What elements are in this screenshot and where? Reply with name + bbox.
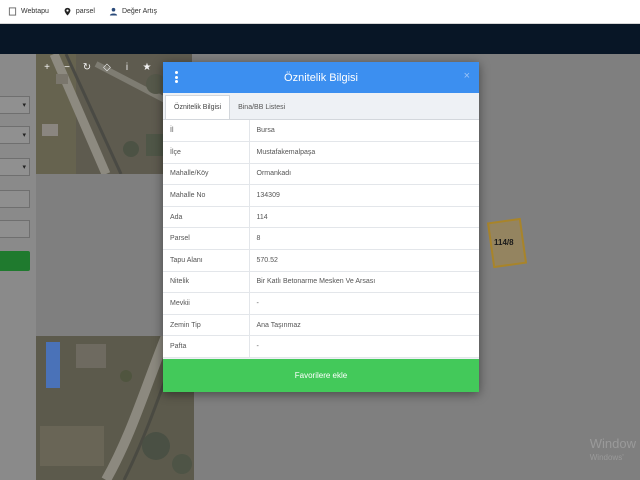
info-icon[interactable]: i [118, 58, 136, 76]
attribute-value: 8 [249, 227, 479, 251]
bookmark-label: parsel [75, 8, 95, 15]
attribute-key: İlçe [163, 141, 250, 164]
table-row: Ada 114 [163, 206, 479, 229]
attribute-value: Mustafakemalpaşa [249, 141, 479, 164]
watermark-line-2: Windows' [589, 453, 624, 462]
attribute-key: Mevkii [163, 292, 250, 315]
kebab-menu-icon[interactable] [175, 71, 178, 83]
bookmark-label: Webtapu [21, 8, 49, 15]
attribute-value: 570.52 [249, 249, 479, 272]
modal-tabs: Öznitelik Bilgisi Bina/BB Listesi [163, 93, 479, 120]
attribute-key: Mahalle/Köy [163, 163, 250, 186]
chevron-down-icon: ▾ [22, 102, 26, 109]
bookmark-webtapu[interactable]: Webtapu [8, 7, 49, 16]
table-row: Parsel 8 [163, 227, 479, 251]
table-row: Tapu Alanı 570.52 [163, 249, 479, 272]
watermark-line-1: Window [589, 436, 636, 451]
bookmark-label: Değer Artış [121, 8, 157, 15]
left-side-panel: ▾ ▾ ▾ [0, 54, 36, 480]
attribute-value: - [249, 292, 479, 315]
parsel-input[interactable] [0, 220, 30, 238]
bookmarks-bar: Webtapu parsel Değer Artış [0, 0, 640, 24]
tab-building-list[interactable]: Bina/BB Listesi [230, 95, 293, 119]
locate-icon[interactable]: ◇ [98, 58, 116, 76]
ada-input[interactable] [0, 190, 30, 208]
table-row: Mahalle/Köy Ormankadı [163, 163, 479, 186]
attribute-value: Bursa [249, 120, 479, 143]
add-favorite-button[interactable]: Favorilere ekle [163, 359, 479, 392]
chevron-down-icon: ▾ [22, 132, 26, 139]
map-toolbar: + − ↻ ◇ i ★ [38, 58, 156, 76]
close-icon[interactable]: × [464, 70, 470, 82]
attribute-value: Bir Katlı Betonarme Mesken Ve Arsası [249, 271, 479, 294]
attribute-value: 134309 [249, 184, 479, 207]
attribute-key: Parsel [163, 227, 250, 251]
attribute-value: Ormankadı [249, 163, 479, 186]
attribute-table: İl Bursa İlçe Mustafakemalpaşa Mahalle/Köy Or… [163, 120, 479, 359]
filter-select-1[interactable]: ▾ [0, 96, 30, 114]
attribute-value: 114 [249, 206, 479, 229]
chevron-down-icon: ▾ [22, 164, 26, 171]
app-topbar [0, 24, 640, 54]
table-row: Pafta - [163, 335, 479, 359]
table-row: Zemin Tip Ana Taşınmaz [163, 314, 479, 337]
star-icon[interactable]: ★ [138, 58, 156, 76]
zoom-in-icon[interactable]: + [38, 58, 56, 76]
attribute-value: - [249, 335, 479, 359]
attribute-key: Ada [163, 206, 250, 229]
filter-select-2[interactable]: ▾ [0, 126, 30, 144]
parcel-label: 114/8 [494, 238, 514, 247]
table-row: Mahalle No 134309 [163, 184, 479, 207]
filter-select-3[interactable]: ▾ [0, 158, 30, 176]
table-row: Nitelik Bir Katlı Betonarme Mesken Ve Ars… [163, 271, 479, 294]
attribute-key: Nitelik [163, 271, 250, 294]
search-button[interactable] [0, 251, 30, 271]
table-row: İl Bursa [163, 120, 479, 143]
bookmark-deger-artis[interactable]: Değer Artış [109, 7, 157, 16]
table-row: Mevkii - [163, 292, 479, 315]
attribute-modal: Öznitelik Bilgisi × Öznitelik Bilgisi Bi… [163, 62, 479, 392]
person-icon [109, 7, 118, 16]
table-row: İlçe Mustafakemalpaşa [163, 141, 479, 164]
modal-header: Öznitelik Bilgisi × [163, 62, 479, 93]
modal-title: Öznitelik Bilgisi [284, 71, 358, 84]
page-icon [8, 7, 17, 16]
zoom-out-icon[interactable]: − [58, 58, 76, 76]
attribute-key: Mahalle No [163, 184, 250, 207]
attribute-key: Pafta [163, 335, 250, 359]
attribute-key: Zemin Tip [163, 314, 250, 337]
tab-attributes[interactable]: Öznitelik Bilgisi [165, 95, 231, 119]
bookmark-parsel[interactable]: parsel [63, 7, 95, 16]
attribute-key: Tapu Alanı [163, 249, 250, 272]
attribute-value: Ana Taşınmaz [249, 314, 479, 337]
refresh-icon[interactable]: ↻ [78, 58, 96, 76]
map-pin-icon [64, 7, 71, 16]
attribute-key: İl [163, 120, 250, 143]
windows-watermark: Window Windows' [590, 437, 636, 465]
